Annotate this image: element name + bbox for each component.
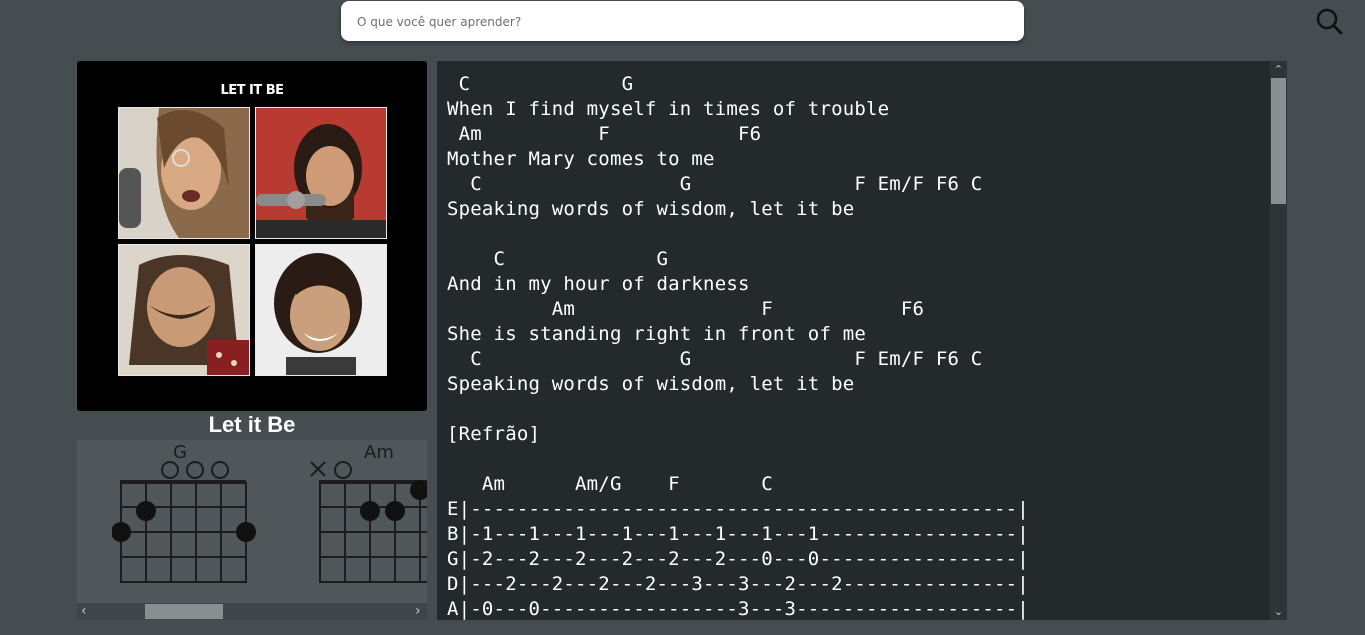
chord-diagrams-panel: G Am ‹ ›: [77, 440, 427, 620]
chevron-up-icon[interactable]: ⌃: [1270, 62, 1287, 77]
chevron-down-icon[interactable]: ⌄: [1270, 604, 1287, 619]
lyrics-panel: C G When I find myself in times of troub…: [437, 61, 1287, 620]
search-icon: [1316, 8, 1343, 35]
chord-panel-scrollbar[interactable]: ‹ ›: [77, 603, 427, 620]
chevron-right-icon[interactable]: ›: [415, 603, 421, 620]
lyrics-scrollbar[interactable]: ⌃ ⌄: [1270, 61, 1287, 620]
song-title: Let it Be: [208, 412, 296, 437]
chevron-left-icon[interactable]: ‹: [81, 603, 87, 620]
lyrics-chords-text: C G When I find myself in times of troub…: [447, 73, 1029, 620]
album-photo-top-right: [255, 107, 387, 239]
lyrics-scroll-thumb[interactable]: [1271, 78, 1286, 204]
chord-diagram-am: [310, 461, 427, 583]
album-cover-text: LET IT BE: [220, 83, 284, 98]
search-input[interactable]: [355, 9, 959, 35]
album-photo-bottom-right: [255, 244, 387, 376]
search-button[interactable]: [1309, 5, 1349, 37]
chord-diagram-g: [112, 461, 256, 583]
album-photo-top-left: [118, 107, 250, 239]
chord-panel-scroll-thumb[interactable]: [145, 604, 223, 619]
search-bar: [341, 1, 1343, 41]
album-cover: LET IT BE: [77, 61, 427, 411]
album-photo-bottom-left: [118, 244, 250, 376]
